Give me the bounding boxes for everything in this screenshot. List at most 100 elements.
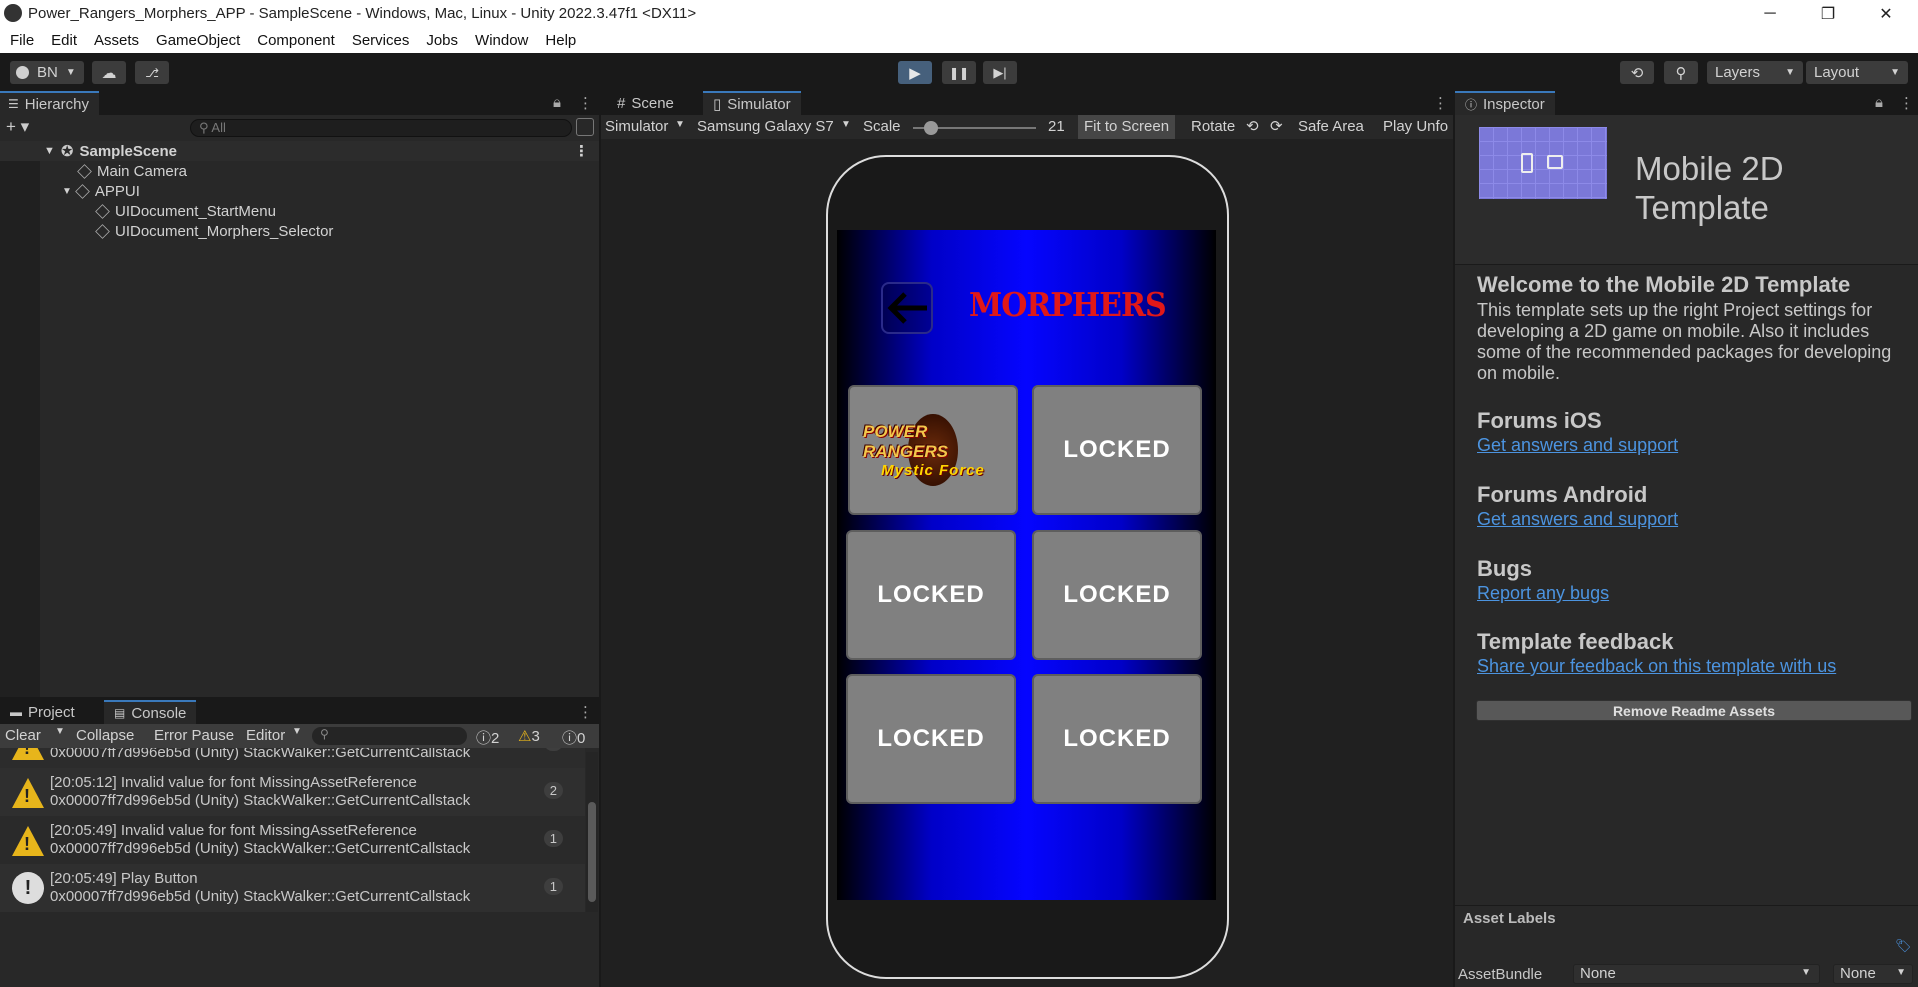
layers-dropdown[interactable]: Layers ▼ xyxy=(1707,61,1803,84)
more-menu-icon[interactable]: ⋮ xyxy=(1899,94,1914,112)
console-scrollbar[interactable] xyxy=(586,752,598,912)
cloud-button[interactable]: ☁ xyxy=(92,61,126,84)
error-pause-button[interactable]: Error Pause xyxy=(154,727,234,744)
console-search-input[interactable]: ⚲ xyxy=(312,727,467,745)
remove-readme-assets-button[interactable]: Remove Readme Assets xyxy=(1476,700,1912,721)
morpher-slot-mystic-force[interactable]: POWER RANGERS Mystic Force xyxy=(848,385,1018,515)
rotate-left-icon[interactable]: ⟲ xyxy=(1246,117,1259,135)
more-menu-icon[interactable]: ⋮ xyxy=(574,142,589,160)
layout-dropdown[interactable]: Layout ▼ xyxy=(1806,61,1908,84)
console-row[interactable]: 0x00007ff7d996eb5d (Unity) StackWalker::… xyxy=(0,748,585,768)
fit-to-screen-button[interactable]: Fit to Screen xyxy=(1078,115,1176,139)
menu-gameobject[interactable]: GameObject xyxy=(156,32,240,49)
lock-icon[interactable]: 🔒︎ xyxy=(1875,94,1883,111)
morpher-slot-locked[interactable]: LOCKED xyxy=(1032,530,1202,660)
menu-jobs[interactable]: Jobs xyxy=(426,32,458,49)
collab-button[interactable]: ⎇ xyxy=(135,61,169,84)
info-icon: ⓘ xyxy=(1465,97,1478,112)
menu-window[interactable]: Window xyxy=(475,32,528,49)
play-unfocused-dropdown[interactable]: Play Unfo xyxy=(1383,118,1448,135)
scene-visibility-icon[interactable] xyxy=(576,118,594,136)
more-menu-icon[interactable]: ⋮ xyxy=(1433,94,1448,112)
hierarchy-search-input[interactable]: ⚲ All xyxy=(190,119,572,137)
lock-icon[interactable]: 🔒︎ xyxy=(553,94,561,111)
error-filter-toggle[interactable]: ⓘ0 xyxy=(562,727,585,748)
menu-component[interactable]: Component xyxy=(257,32,335,49)
chevron-down-icon[interactable]: ▼ xyxy=(55,726,65,737)
tab-inspector-label: Inspector xyxy=(1483,95,1545,113)
search-icon: ⚲ xyxy=(199,120,212,135)
step-button[interactable]: ▶| xyxy=(983,61,1017,84)
step-icon: ▶| xyxy=(993,64,1007,80)
more-menu-icon[interactable]: ⋮ xyxy=(578,703,593,721)
collapse-button[interactable]: Collapse xyxy=(76,727,134,744)
menu-services[interactable]: Services xyxy=(352,32,410,49)
editor-dropdown[interactable]: Editor xyxy=(246,727,285,744)
close-button[interactable]: ✕ xyxy=(1857,0,1915,27)
scrollbar-thumb[interactable] xyxy=(588,802,596,902)
forums-android-link[interactable]: Get answers and support xyxy=(1477,509,1678,530)
more-menu-icon[interactable]: ⋮ xyxy=(578,94,593,112)
forums-ios-link[interactable]: Get answers and support xyxy=(1477,435,1678,456)
section-heading: Template feedback xyxy=(1477,629,1674,654)
account-dropdown[interactable]: BN ▼ xyxy=(10,61,84,84)
warning-filter-toggle[interactable]: ⚠3 xyxy=(518,727,540,745)
tab-hierarchy[interactable]: ☰ Hierarchy xyxy=(0,91,99,115)
morpher-slot-locked[interactable]: LOCKED xyxy=(846,530,1016,660)
console-row[interactable]: [20:05:49] Invalid value for font Missin… xyxy=(0,816,585,864)
menu-edit[interactable]: Edit xyxy=(51,32,77,49)
gameobject-icon xyxy=(77,163,92,179)
clear-button[interactable]: Clear xyxy=(5,727,41,744)
menu-help[interactable]: Help xyxy=(545,32,576,49)
add-object-button[interactable]: + ▾ xyxy=(6,117,40,137)
scale-label: Scale xyxy=(863,118,901,135)
asset-variant-dropdown[interactable]: None ▼ xyxy=(1833,964,1913,984)
console-row[interactable]: [20:05:12] Invalid value for font Missin… xyxy=(0,768,585,816)
minimize-button[interactable]: ─ xyxy=(1741,0,1799,27)
search-button[interactable]: ⚲ xyxy=(1664,61,1698,84)
tab-project[interactable]: ▬ Project xyxy=(0,700,85,724)
hierarchy-item-main-camera[interactable]: Main Camera xyxy=(0,161,599,181)
console-row[interactable]: ! [20:05:49] Play Button 0x00007ff7d996e… xyxy=(0,864,585,912)
device-dropdown[interactable]: Samsung Galaxy S7 xyxy=(697,118,834,135)
log-message: [20:05:12] Invalid value for font Missin… xyxy=(50,774,417,791)
hierarchy-item-startmenu[interactable]: UIDocument_StartMenu xyxy=(0,201,599,221)
tab-inspector[interactable]: ⓘ Inspector xyxy=(1455,91,1555,115)
item-label: APPUI xyxy=(94,182,140,200)
feedback-link[interactable]: Share your feedback on this template wit… xyxy=(1477,656,1836,677)
logo-line2: Mystic Force xyxy=(881,461,985,479)
section-heading: Forums Android xyxy=(1477,482,1648,507)
scale-slider[interactable] xyxy=(913,121,1036,135)
restore-button[interactable]: ❐ xyxy=(1799,0,1857,27)
bugs-link[interactable]: Report any bugs xyxy=(1477,583,1609,604)
window-title-bar: Power_Rangers_Morphers_APP - SampleScene… xyxy=(0,0,1918,27)
hierarchy-item-morphers-selector[interactable]: UIDocument_Morphers_Selector xyxy=(0,221,599,241)
pause-button[interactable]: ❚❚ xyxy=(942,61,976,84)
simulator-mode-dropdown[interactable]: Simulator xyxy=(605,118,668,135)
hierarchy-item-appui[interactable]: ▼ APPUI xyxy=(0,181,599,201)
hierarchy-item-samplescene[interactable]: ▼ ✪ SampleScene ⋮ xyxy=(0,141,599,161)
mystic-force-logo: POWER RANGERS Mystic Force xyxy=(863,410,1003,490)
tab-scene[interactable]: # Scene xyxy=(607,91,684,115)
history-button[interactable]: ⟲ xyxy=(1620,61,1654,84)
play-button[interactable]: ▶ xyxy=(898,61,932,84)
asset-bundle-dropdown[interactable]: None ▼ xyxy=(1573,964,1820,984)
menu-assets[interactable]: Assets xyxy=(94,32,139,49)
arrow-left-icon xyxy=(887,292,927,324)
safe-area-button[interactable]: Safe Area xyxy=(1298,118,1364,135)
menu-file[interactable]: File xyxy=(10,32,34,49)
locked-label: LOCKED xyxy=(877,581,985,608)
back-button[interactable] xyxy=(881,282,933,334)
morpher-slot-locked[interactable]: LOCKED xyxy=(846,674,1016,804)
morpher-slot-locked[interactable]: LOCKED xyxy=(1032,385,1202,515)
tab-console[interactable]: ▤ Console xyxy=(104,700,197,724)
item-label: UIDocument_Morphers_Selector xyxy=(115,222,334,240)
device-screen: MORPHERS POWER RANGERS Mystic Force LOCK… xyxy=(837,230,1216,900)
asset-labels-section: Asset Labels 🏷︎ AssetBundle None ▼ None … xyxy=(1455,905,1918,987)
morpher-slot-locked[interactable]: LOCKED xyxy=(1032,674,1202,804)
tab-simulator[interactable]: ▯ Simulator xyxy=(703,91,801,115)
info-filter-toggle[interactable]: ⓘ2 xyxy=(476,727,499,748)
rotate-right-icon[interactable]: ⟳ xyxy=(1270,117,1283,135)
scale-slider-thumb[interactable] xyxy=(924,121,939,135)
tag-icon[interactable]: 🏷︎ xyxy=(1895,938,1912,954)
